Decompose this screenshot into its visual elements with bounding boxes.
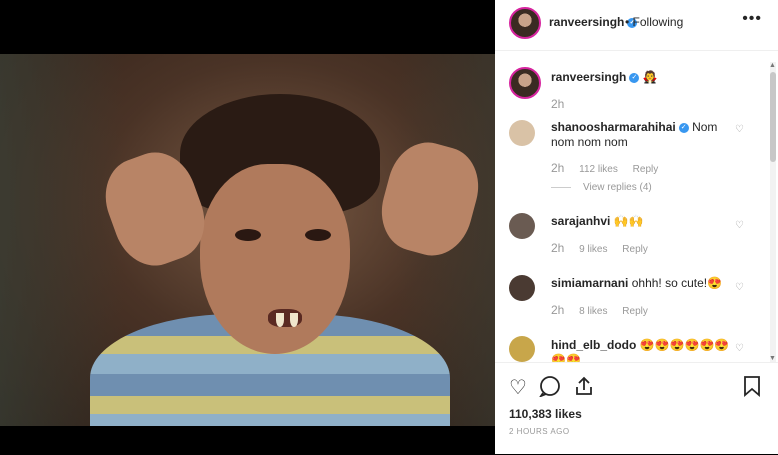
caption-avatar[interactable] (509, 67, 541, 99)
caption-username[interactable]: ranveersingh (551, 70, 626, 84)
reply-button[interactable]: Reply (633, 164, 659, 175)
comment-avatar[interactable] (509, 336, 535, 362)
comment-like-icon[interactable]: ♡ (735, 282, 744, 293)
heart-icon[interactable]: ♡ (509, 375, 527, 400)
comment-body: 🙌🙌 (613, 214, 644, 228)
reply-button[interactable]: Reply (622, 306, 648, 317)
reply-button[interactable]: Reply (622, 244, 648, 255)
caption: ranveersingh ✓ 🧛 (551, 70, 731, 85)
comment-text: sarajanhvi 🙌🙌 (551, 214, 731, 229)
comment-meta: 2h 112 likes Reply (551, 161, 670, 175)
post-actions: ♡ 110,383 likes 2 hours ago (495, 362, 778, 455)
comment-likes[interactable]: 112 likes (579, 164, 618, 175)
comment-text: simiamarnani ohhh! so cute!😍 (551, 276, 731, 291)
comment-like-icon[interactable]: ♡ (735, 124, 744, 135)
photo-eye-left (235, 229, 261, 241)
following-button[interactable]: Following (633, 15, 684, 29)
follow-status[interactable]: • Following (625, 15, 683, 29)
post-timestamp: 2 hours ago (509, 427, 570, 436)
comments-list[interactable]: ranveersingh ✓ 🧛 2h shanoosharmarahihai ✓ … (495, 50, 778, 362)
comments-scrollbar[interactable]: ▲ ▼ (769, 62, 776, 362)
comment-meta: 2h 8 likes Reply (551, 303, 660, 317)
comment-icon[interactable] (538, 375, 561, 403)
post-header: ranveersingh ✓ • Following ••• (495, 0, 778, 51)
comment-likes[interactable]: 8 likes (579, 306, 607, 317)
comment-time: 2h (551, 303, 565, 317)
more-options-icon[interactable]: ••• (742, 10, 762, 28)
photo-pane (0, 0, 495, 454)
scroll-up-arrow-icon[interactable]: ▲ (769, 62, 776, 69)
share-icon[interactable] (573, 375, 595, 403)
verified-badge-icon: ✓ (678, 122, 689, 133)
photo-fang-right (290, 313, 298, 327)
view-replies[interactable]: View replies (4) (551, 182, 652, 193)
caption-meta: 2h (551, 97, 576, 111)
comment-time: 2h (551, 241, 565, 255)
replies-divider (551, 186, 571, 188)
comment-username[interactable]: simiamarnani (551, 276, 628, 290)
post-sidebar: ranveersingh ✓ • Following ••• ranveersin… (495, 0, 778, 454)
author-avatar[interactable] (509, 7, 541, 39)
scrollbar-thumb[interactable] (770, 72, 776, 162)
comment-meta: 2h 9 likes Reply (551, 241, 660, 255)
comment-likes[interactable]: 9 likes (579, 244, 607, 255)
view-replies-label[interactable]: View replies (4) (583, 182, 652, 193)
comment-like-icon[interactable]: ♡ (735, 343, 744, 354)
comment-time: 2h (551, 161, 565, 175)
comment-username[interactable]: shanoosharmarahihai (551, 120, 676, 134)
separator-dot: • (625, 15, 630, 29)
comment-body: ohhh! so cute!😍 (631, 276, 723, 290)
scroll-down-arrow-icon[interactable]: ▼ (769, 355, 776, 362)
comment-username[interactable]: hind_elb_dodo (551, 338, 636, 352)
comment-text: shanoosharmarahihai ✓ Nom nom nom nom (551, 120, 731, 150)
comment-text: hind_elb_dodo 😍😍😍😍😍😍😍😍 (551, 338, 731, 362)
comment-like-icon[interactable]: ♡ (735, 220, 744, 231)
comment-avatar[interactable] (509, 213, 535, 239)
comment-avatar[interactable] (509, 275, 535, 301)
bookmark-icon[interactable] (743, 375, 761, 403)
photo-eye-right (305, 229, 331, 241)
like-count[interactable]: 110,383 likes (509, 407, 582, 421)
comment-username[interactable]: sarajanhvi (551, 214, 610, 228)
caption-time: 2h (551, 97, 565, 111)
post-photo[interactable] (0, 54, 495, 426)
photo-fang-left (276, 313, 284, 327)
caption-text: 🧛 (642, 70, 658, 84)
verified-badge-icon: ✓ (629, 72, 640, 83)
comment-avatar[interactable] (509, 120, 535, 146)
